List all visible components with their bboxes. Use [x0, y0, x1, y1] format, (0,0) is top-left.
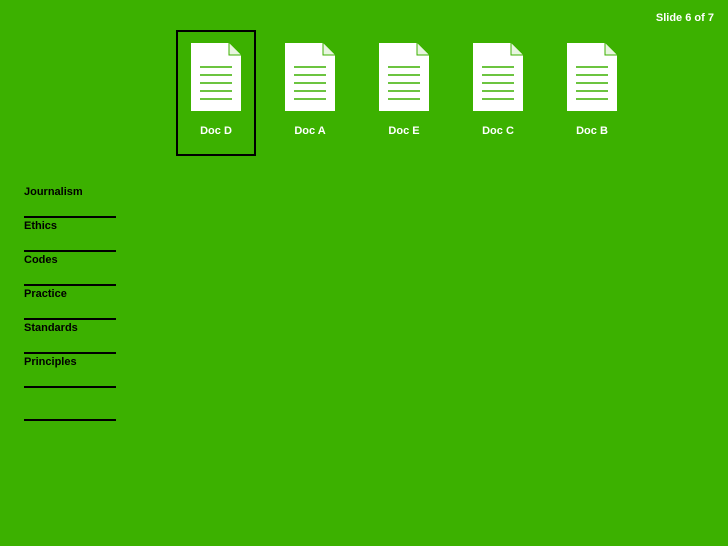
- slide-total: 7: [707, 12, 714, 24]
- document-item-doc-e[interactable]: Doc E: [364, 30, 444, 156]
- document-item-doc-c[interactable]: Doc C: [458, 30, 538, 156]
- slide-counter-prefix: Slide: [655, 12, 683, 24]
- slide-counter-of: of: [694, 12, 705, 24]
- sidebar-item-codes[interactable]: Codes: [24, 252, 116, 286]
- document-item-doc-b[interactable]: Doc B: [552, 30, 632, 156]
- document-item-doc-d[interactable]: Doc D: [176, 30, 256, 156]
- sidebar-item-practice[interactable]: Practice: [24, 286, 116, 320]
- slide-current: 6: [685, 12, 692, 24]
- document-icon: [567, 43, 617, 111]
- sidebar: Journalism Ethics Codes Practice Standar…: [24, 184, 116, 421]
- slide-counter: Slide 6 of 7: [656, 12, 714, 24]
- document-label: Doc B: [576, 125, 608, 137]
- sidebar-item-empty[interactable]: [24, 388, 116, 421]
- document-item-doc-a[interactable]: Doc A: [270, 30, 350, 156]
- document-icon: [285, 43, 335, 111]
- document-icon: [473, 43, 523, 111]
- document-icon: [191, 43, 241, 111]
- sidebar-item-principles[interactable]: Principles: [24, 354, 116, 388]
- document-label: Doc E: [388, 125, 420, 137]
- sidebar-item-journalism[interactable]: Journalism: [24, 184, 116, 218]
- document-list: Doc D Doc A Doc E Doc C Doc B: [176, 30, 646, 156]
- document-label: Doc C: [482, 125, 514, 137]
- sidebar-item-ethics[interactable]: Ethics: [24, 218, 116, 252]
- document-icon: [379, 43, 429, 111]
- sidebar-item-standards[interactable]: Standards: [24, 320, 116, 354]
- document-label: Doc D: [200, 125, 232, 137]
- document-label: Doc A: [294, 125, 326, 137]
